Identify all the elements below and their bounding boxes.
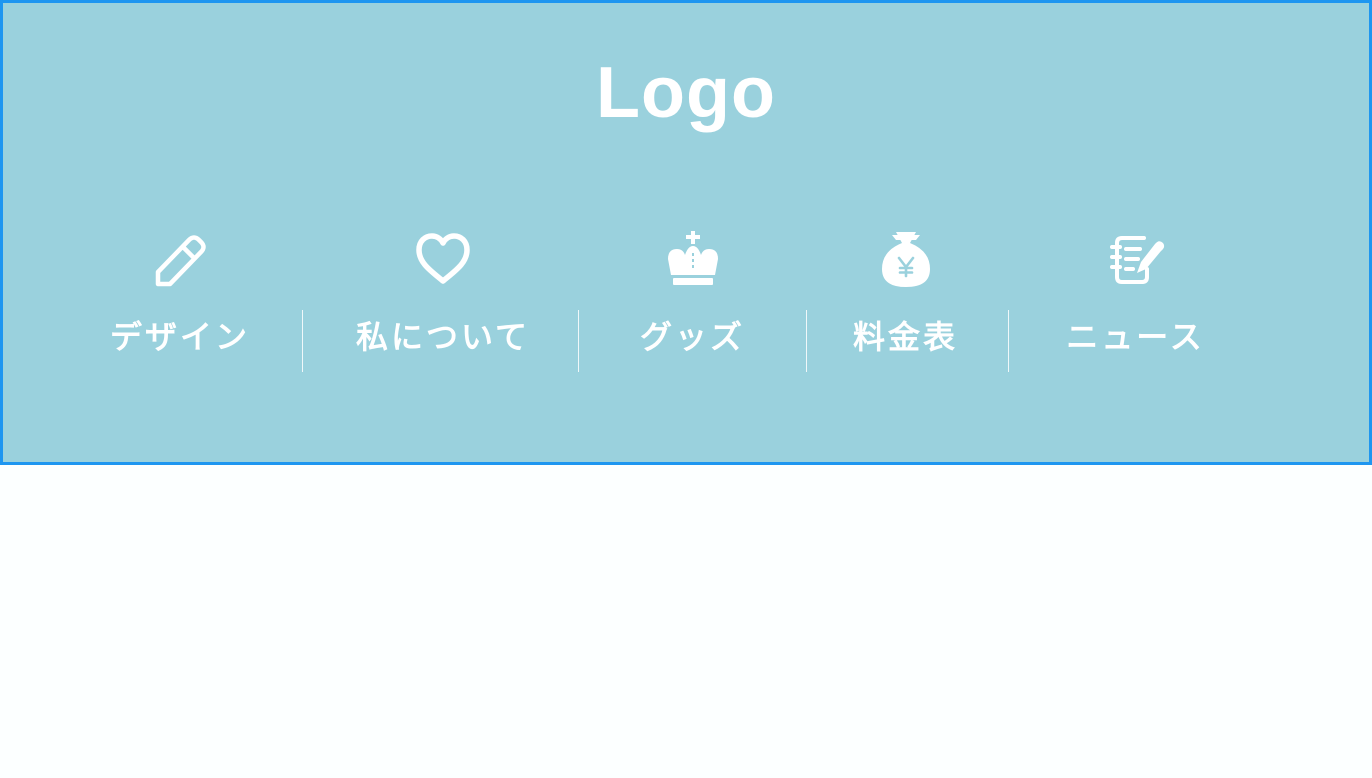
money-bag-yen-icon (876, 229, 936, 289)
nav-divider (806, 310, 807, 372)
site-header: Logo デザイン 私について グッズ 料金表 ニュース (0, 0, 1372, 465)
notepad-pen-icon (1106, 229, 1166, 289)
nav-label-pricing: 料金表 (852, 318, 958, 356)
pencil-icon (150, 229, 210, 289)
heart-icon (413, 229, 473, 289)
nav-divider (1008, 310, 1009, 372)
nav-item-goods[interactable]: グッズ (615, 229, 770, 369)
nav-label-about: 私について (355, 318, 531, 356)
nav-label-design: デザイン (109, 318, 250, 356)
nav-divider (302, 310, 303, 372)
nav-divider (578, 310, 579, 372)
nav-item-pricing[interactable]: 料金表 (838, 229, 973, 369)
nav-item-news[interactable]: ニュース (1053, 229, 1218, 369)
nav-label-goods: グッズ (639, 318, 745, 356)
nav-label-news: ニュース (1066, 318, 1205, 356)
site-logo[interactable]: Logo (3, 53, 1369, 133)
nav-item-design[interactable]: デザイン (98, 229, 262, 369)
nav-item-about[interactable]: 私について (343, 229, 543, 369)
crown-icon (663, 229, 723, 289)
